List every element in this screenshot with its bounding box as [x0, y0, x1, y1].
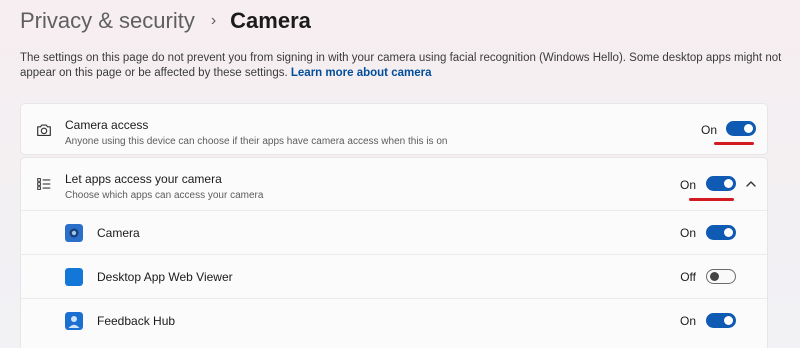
camera-access-title: Camera access — [65, 118, 149, 132]
app-row-feedback-hub: Feedback Hub On — [21, 298, 767, 342]
breadcrumb-separator-icon: › — [210, 12, 217, 29]
toggle-knob — [744, 124, 753, 133]
apps-access-title: Let apps access your camera — [65, 172, 222, 186]
feedback-hub-app-toggle[interactable] — [706, 313, 736, 328]
camera-access-text: Camera access Anyone using this device c… — [65, 118, 447, 147]
apps-access-row[interactable]: Let apps access your camera Choose which… — [21, 158, 767, 210]
breadcrumb-parent[interactable]: Privacy & security — [20, 8, 195, 34]
apps-access-toggle[interactable] — [706, 176, 736, 191]
toggle-knob — [724, 179, 733, 188]
web-viewer-app-icon — [65, 268, 83, 286]
camera-app-toggle[interactable] — [706, 225, 736, 240]
breadcrumb: Privacy & security › Camera — [20, 6, 311, 36]
app-name: Desktop App Web Viewer — [97, 270, 233, 284]
apps-access-text: Let apps access your camera Choose which… — [65, 172, 263, 201]
app-state: Off — [680, 270, 696, 284]
camera-access-toggle[interactable] — [726, 121, 756, 136]
web-viewer-app-toggle[interactable] — [706, 269, 736, 284]
app-row-desktop-app-web-viewer: Desktop App Web Viewer Off — [21, 254, 767, 298]
feedback-hub-app-icon — [65, 312, 83, 330]
camera-icon — [37, 124, 51, 136]
annotation-underline — [714, 142, 754, 145]
camera-app-icon — [65, 224, 83, 242]
app-name: Feedback Hub — [97, 314, 176, 328]
app-row-camera: Camera On — [21, 210, 767, 254]
apps-access-card: Let apps access your camera Choose which… — [20, 157, 768, 348]
learn-more-link[interactable]: Learn more about camera — [291, 67, 432, 79]
camera-access-card: Camera access Anyone using this device c… — [20, 103, 768, 155]
list-icon — [37, 178, 51, 190]
apps-access-state: On — [679, 178, 696, 192]
camera-access-state: On — [700, 123, 717, 137]
camera-access-row: Camera access Anyone using this device c… — [21, 104, 767, 154]
page-description: The settings on this page do not prevent… — [20, 51, 785, 81]
app-name: Camera — [97, 226, 140, 240]
camera-access-subtitle: Anyone using this device can choose if t… — [65, 136, 448, 147]
toggle-knob — [710, 272, 719, 281]
annotation-underline — [689, 198, 734, 201]
app-state: On — [679, 314, 696, 328]
toggle-knob — [724, 316, 733, 325]
app-state: On — [679, 226, 696, 240]
toggle-knob — [724, 228, 733, 237]
page-title: Camera — [230, 8, 311, 33]
chevron-up-icon[interactable] — [744, 177, 758, 191]
apps-access-subtitle: Choose which apps can access your camera — [65, 190, 264, 201]
